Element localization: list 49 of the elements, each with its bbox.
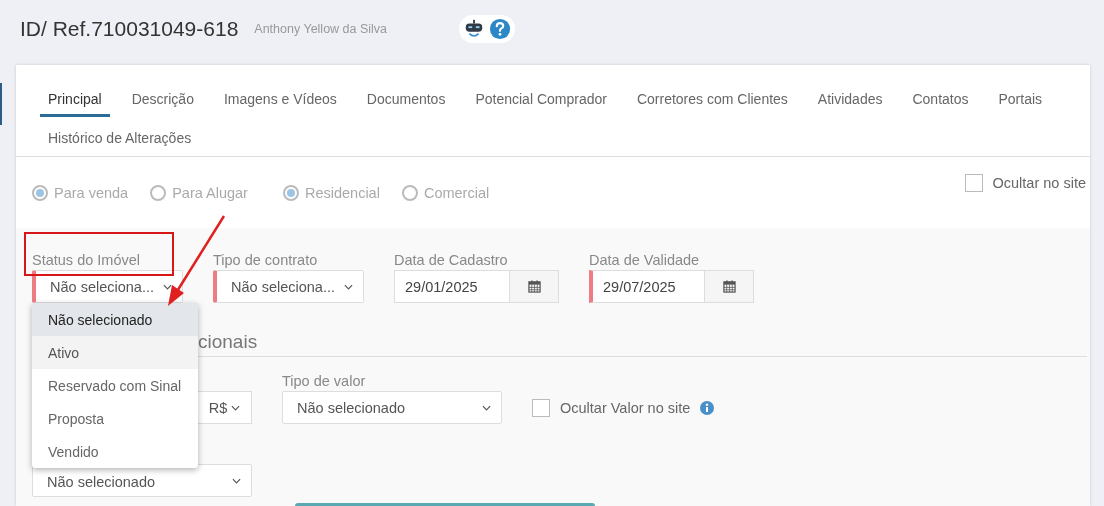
select-field[interactable]: Não seleciona... — [32, 270, 183, 303]
dropdown-option[interactable]: Não selecionado — [32, 303, 198, 336]
tab[interactable]: Descrição — [123, 84, 202, 117]
tab[interactable]: Corretores com Clientes — [628, 84, 796, 117]
dropdown-option[interactable]: Proposta — [32, 402, 198, 435]
calendar-button[interactable] — [704, 271, 753, 302]
hide-value-checkbox[interactable]: Ocultar Valor no site — [532, 391, 715, 424]
date-field[interactable]: 29/07/2025 — [589, 270, 754, 303]
section-title: cionais — [198, 331, 258, 352]
tab[interactable]: Atividades — [809, 84, 891, 117]
tab[interactable]: Principal — [40, 84, 110, 117]
chevron-icon — [482, 404, 491, 411]
checkbox-icon[interactable] — [532, 398, 550, 417]
chevron-icon — [231, 404, 241, 411]
tab[interactable]: Documentos — [358, 84, 454, 117]
select-field[interactable]: Não selecionado — [32, 464, 252, 497]
chevron-icon — [232, 478, 241, 484]
calendar-icon — [722, 280, 736, 293]
currency-select[interactable]: R$ — [197, 391, 252, 424]
sidebar-indicator — [0, 83, 2, 125]
calendar-button[interactable] — [509, 271, 558, 302]
tab[interactable]: Contatos — [904, 84, 977, 117]
tab[interactable]: Potencial Comprador — [467, 84, 615, 117]
checkbox-icon[interactable] — [964, 174, 983, 192]
field-label: Status do Imóvel — [32, 252, 141, 268]
info-icon[interactable] — [700, 400, 715, 415]
tab[interactable]: Imagens e Vídeos — [215, 84, 345, 117]
chevron-icon — [344, 283, 353, 290]
radio-icon[interactable] — [150, 184, 167, 201]
field-label: Data de Validade — [589, 252, 701, 268]
chevron-icon — [163, 283, 172, 290]
field-label: Tipo de contrato — [213, 252, 319, 268]
dropdown-option[interactable]: Reservado com Sinal — [32, 369, 198, 402]
select-field[interactable]: Não selecionado — [282, 391, 502, 424]
hide-on-site-checkbox[interactable]: Ocultar no site — [964, 174, 1086, 192]
date-field[interactable]: 29/01/2025 — [394, 270, 559, 303]
tab[interactable]: Portais — [990, 84, 1051, 117]
select-field[interactable]: Não seleciona... — [213, 270, 364, 303]
radio-icon[interactable] — [401, 184, 418, 201]
radio-icon[interactable] — [282, 184, 299, 201]
help-icon[interactable] — [489, 17, 512, 40]
dropdown-option[interactable]: Ativo — [32, 336, 198, 369]
radio-icon[interactable] — [32, 184, 48, 201]
field-label: Data de Cadastro — [394, 252, 509, 268]
owner-name: Anthony Yellow da Silva — [254, 21, 388, 36]
tab[interactable]: Histórico de Alterações — [40, 123, 200, 156]
calendar-icon — [527, 280, 541, 293]
page-title: ID/ Ref.710031049-618 — [20, 16, 239, 41]
field-label: Tipo de valor — [282, 373, 367, 389]
